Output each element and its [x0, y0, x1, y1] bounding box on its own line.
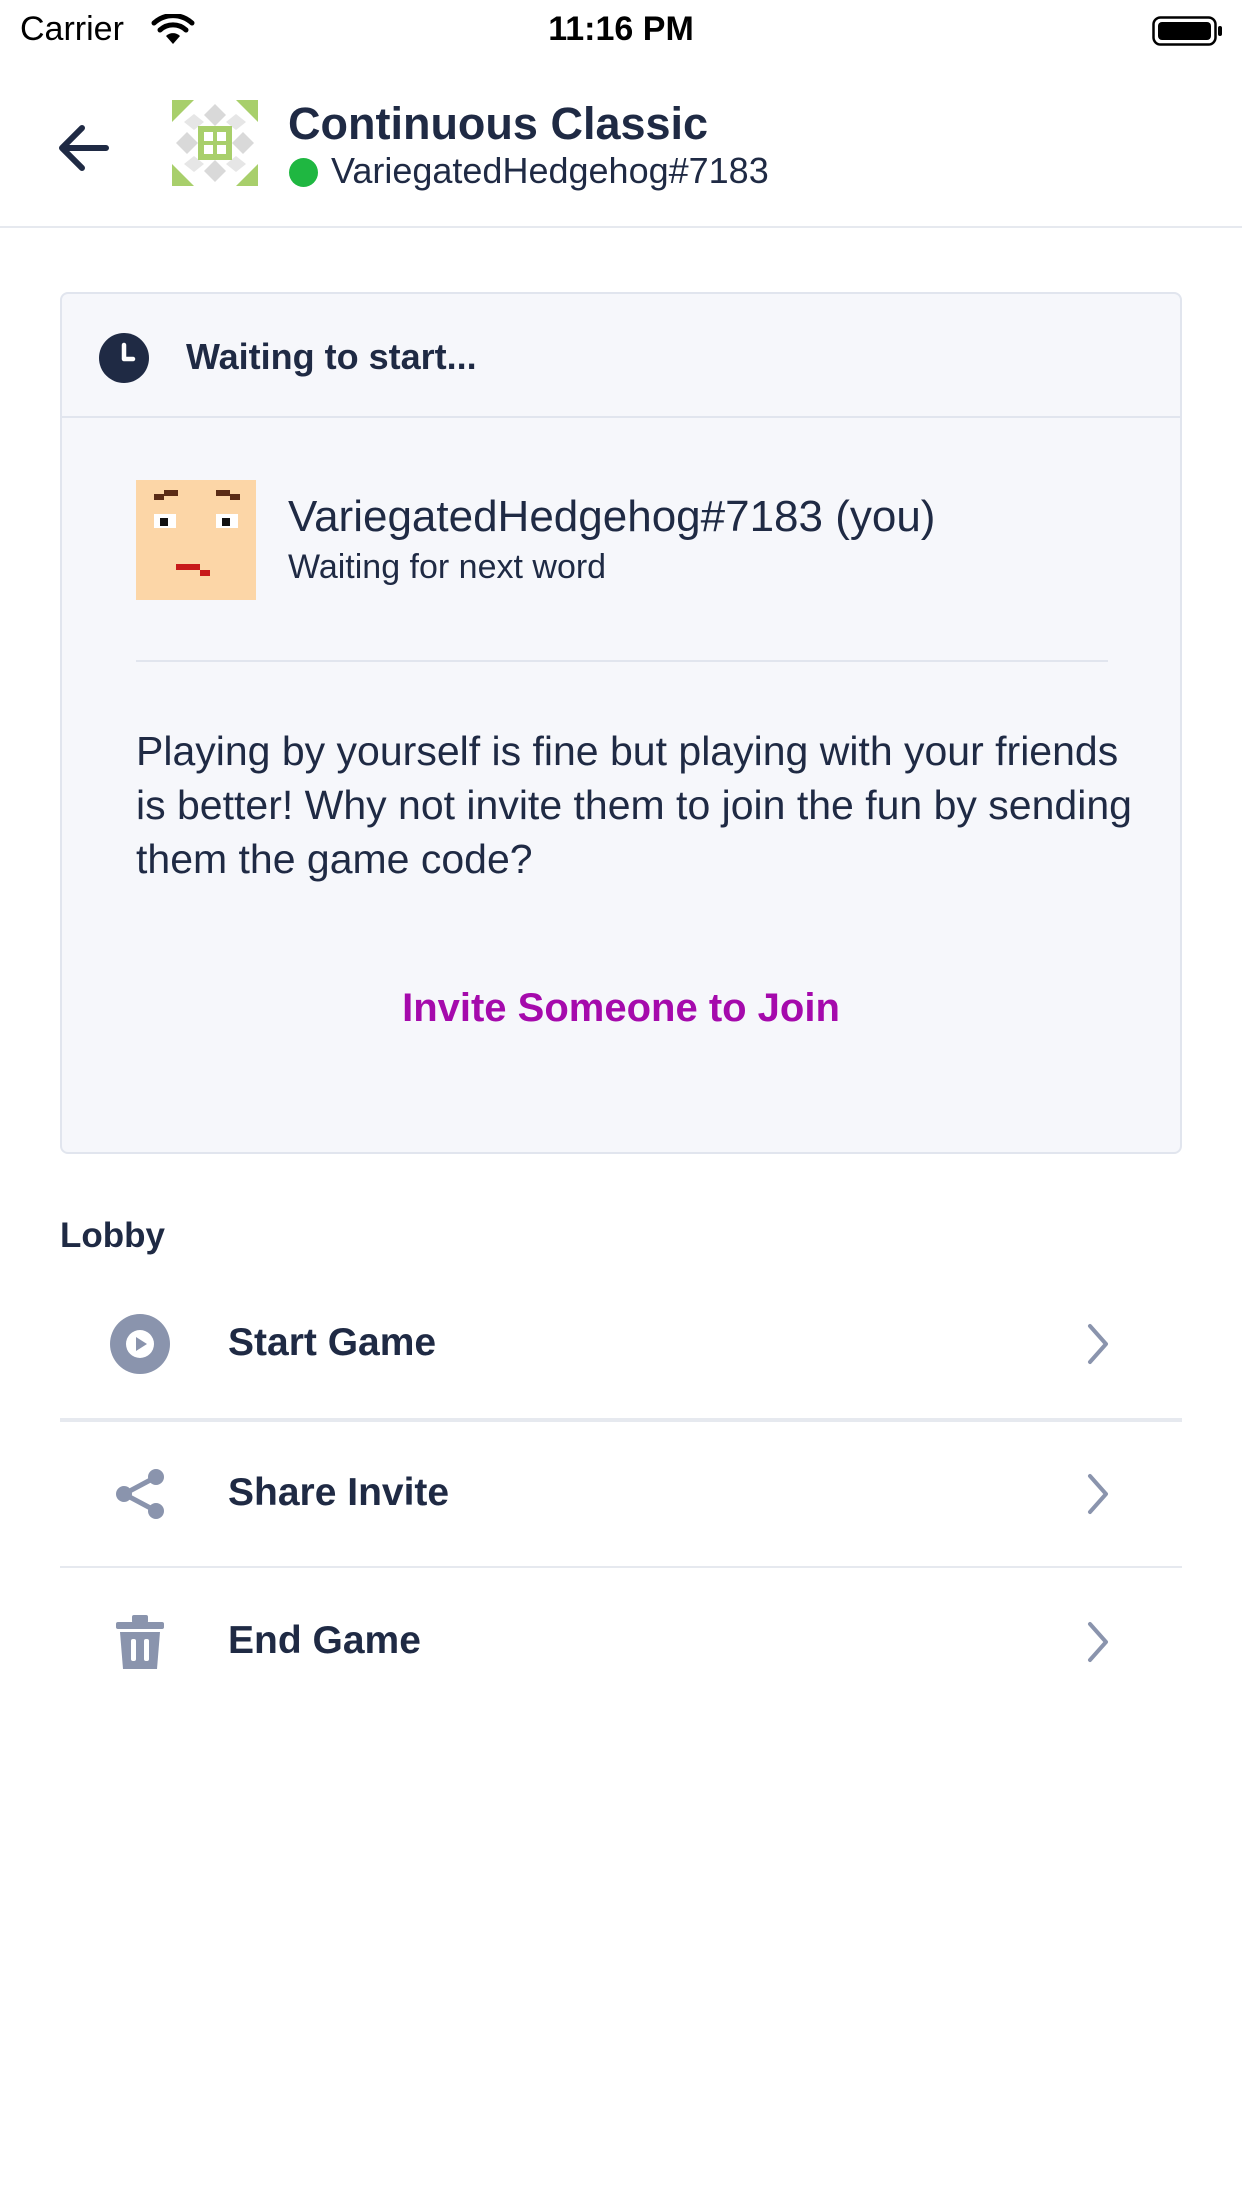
share-invite-row[interactable]: Share Invite — [60, 1420, 1182, 1568]
battery-icon — [1152, 16, 1222, 46]
header: Continuous Classic VariegatedHedgehog#71… — [0, 62, 1242, 228]
invite-someone-link[interactable]: Invite Someone to Join — [62, 986, 1180, 1031]
chevron-right-icon — [1088, 1622, 1108, 1662]
share-icon — [116, 1469, 164, 1519]
status-bar: Carrier 11:16 PM — [0, 0, 1242, 62]
chevron-right-icon — [1088, 1324, 1108, 1364]
card-divider — [136, 660, 1108, 662]
app-screen: Carrier 11:16 PM Continuous Classic Vari… — [0, 0, 1242, 2208]
row-label: Share Invite — [228, 1471, 450, 1514]
online-status-dot — [289, 158, 318, 187]
player-avatar — [136, 480, 256, 600]
game-title: Continuous Classic — [288, 98, 709, 149]
header-username: VariegatedHedgehog#7183 — [331, 150, 769, 191]
lobby-heading: Lobby — [60, 1216, 165, 1255]
row-label: Start Game — [228, 1321, 437, 1364]
player-status: Waiting for next word — [288, 548, 607, 586]
card-header: Waiting to start... — [62, 294, 1180, 418]
clock-icon — [99, 333, 149, 383]
start-game-row[interactable]: Start Game — [60, 1270, 1182, 1418]
invite-message: Playing by yourself is fine but playing … — [136, 728, 1132, 882]
play-circle-icon — [110, 1314, 170, 1374]
trash-icon — [116, 1615, 164, 1669]
card-title: Waiting to start... — [186, 336, 477, 377]
end-game-row[interactable]: End Game — [60, 1568, 1182, 1716]
status-time: 11:16 PM — [548, 10, 694, 48]
game-identicon-icon — [172, 100, 258, 186]
chevron-right-icon — [1088, 1474, 1108, 1514]
player-name: VariegatedHedgehog#7183 (you) — [288, 492, 936, 541]
back-arrow-icon[interactable] — [52, 116, 116, 180]
waiting-card: Waiting to start... VariegatedHedgehog#7… — [60, 292, 1182, 1154]
row-label: End Game — [228, 1619, 421, 1662]
